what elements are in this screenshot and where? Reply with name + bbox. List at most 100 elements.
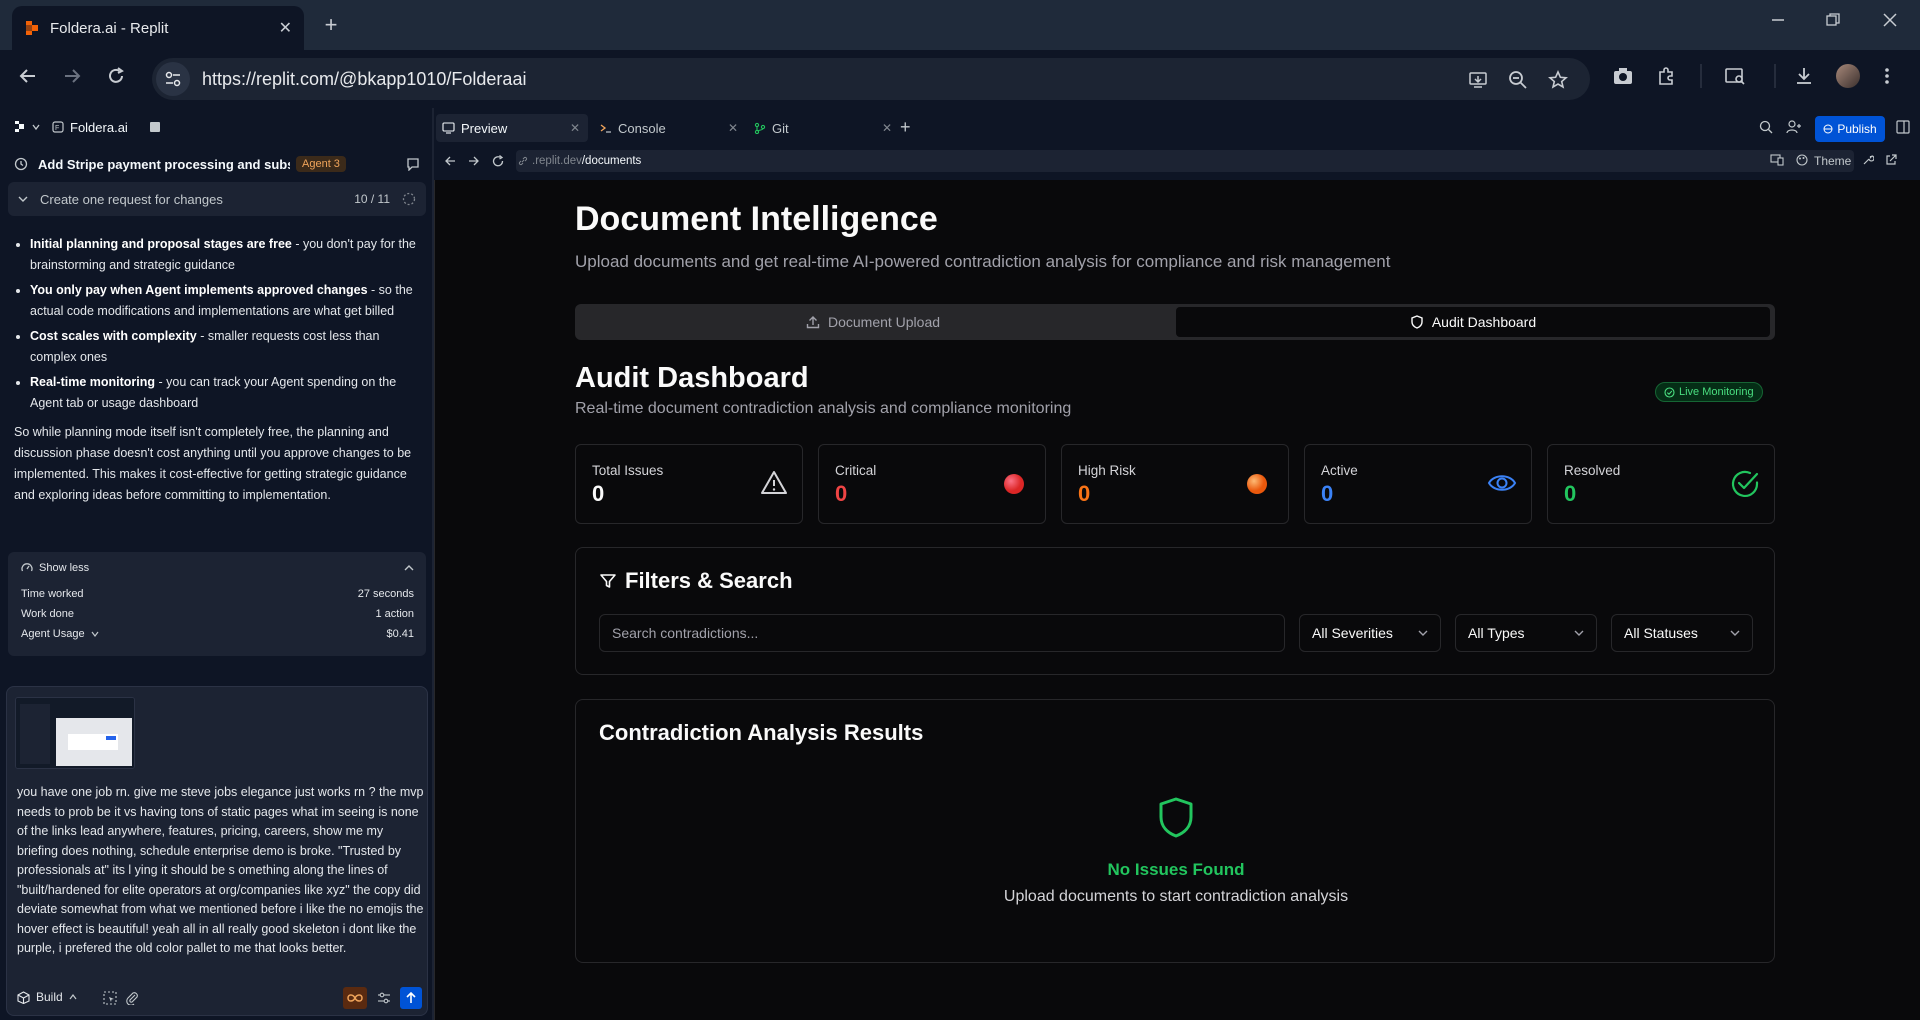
close-tab-icon[interactable]: ✕ (279, 18, 292, 38)
usage-row[interactable]: Agent Usage $0.41 (21, 628, 414, 640)
stat-label: Active (1321, 463, 1358, 478)
request-changes-toggle[interactable]: Create one request for changes 10 / 11 (8, 182, 426, 216)
attached-screenshot-thumbnail[interactable] (15, 697, 135, 769)
close-icon[interactable]: ✕ (728, 121, 738, 135)
shield-icon (1158, 797, 1194, 839)
replit-workspace: F Foldera.ai Add Stripe payment processi… (0, 108, 1920, 1020)
usage-row: Time worked 27 seconds (21, 588, 414, 600)
chevron-down-icon (18, 194, 28, 204)
address-bar[interactable]: https://replit.com/@bkapp1010/Folderaai (152, 58, 1590, 100)
filter-icon (599, 572, 617, 590)
close-icon[interactable]: ✕ (570, 121, 580, 135)
agent-badge: Agent 3 (296, 156, 346, 172)
zoom-icon[interactable] (1508, 70, 1528, 90)
publish-button[interactable]: Publish (1815, 116, 1885, 142)
toolbar-separator (1774, 64, 1776, 88)
prompt-text[interactable]: you have one job rn. give me steve jobs … (17, 783, 427, 959)
preview-url-bar[interactable]: .replit.dev /documents (516, 150, 1854, 172)
stat-value: 0 (1321, 481, 1334, 506)
search-icon[interactable] (1759, 120, 1773, 134)
more-menu-icon[interactable] (1884, 66, 1890, 86)
page-subtitle: Upload documents and get real-time AI-po… (575, 252, 1391, 271)
reload-icon[interactable] (492, 155, 504, 167)
toggle-panel-icon[interactable] (1896, 120, 1910, 134)
send-button[interactable] (400, 987, 422, 1009)
dashboard-subtitle: Real-time document contradiction analysi… (575, 400, 1072, 417)
chevron-down-icon (1730, 628, 1740, 638)
build-mode-button[interactable]: Build (17, 990, 77, 1004)
close-window-icon[interactable] (1882, 12, 1898, 28)
results-card: Contradiction Analysis Results No Issues… (575, 699, 1775, 963)
app-preview: Document Intelligence Upload documents a… (434, 180, 1920, 1020)
toolbar-separator (1700, 64, 1702, 88)
project-name[interactable]: Foldera.ai (70, 120, 128, 135)
severity-select[interactable]: All Severities (1299, 614, 1441, 652)
tab-console[interactable]: Console ✕ (594, 114, 746, 142)
back-arrow-icon[interactable] (18, 66, 38, 86)
chevron-down-icon[interactable] (32, 123, 40, 131)
link-icon (518, 156, 528, 166)
view-tabs: Document Upload Audit Dashboard (575, 304, 1775, 340)
forward-arrow-icon[interactable] (62, 66, 82, 86)
minimize-icon[interactable] (1770, 12, 1786, 28)
preview-url-domain: .replit.dev (532, 155, 582, 167)
paperclip-icon[interactable] (125, 991, 139, 1005)
bookmark-star-icon[interactable] (1548, 70, 1568, 90)
tab-preview[interactable]: Preview ✕ (436, 114, 588, 142)
tab-search-icon[interactable] (1724, 66, 1746, 86)
status-select[interactable]: All Statuses (1611, 614, 1753, 652)
reload-icon[interactable] (106, 66, 126, 86)
select-element-icon[interactable] (103, 991, 117, 1005)
show-less-toggle[interactable]: Show less (21, 562, 414, 574)
stop-square-icon[interactable] (149, 122, 160, 132)
palette-icon[interactable] (1796, 154, 1808, 166)
cube-icon (17, 990, 30, 1004)
tab-audit-dashboard[interactable]: Audit Dashboard (1176, 307, 1770, 337)
search-input[interactable]: Search contradictions... (599, 614, 1285, 652)
stat-card-high-risk: High Risk 0 (1061, 444, 1289, 524)
back-arrow-icon[interactable] (444, 155, 456, 167)
replit-logo-icon[interactable] (14, 121, 26, 133)
upload-icon (806, 315, 820, 329)
new-tab-button[interactable]: + (318, 12, 344, 38)
invite-user-icon[interactable] (1786, 120, 1802, 134)
add-tab-button[interactable]: + (900, 118, 911, 136)
thread-header: Add Stripe payment processing and subs..… (0, 146, 432, 182)
downloads-icon[interactable] (1794, 66, 1814, 86)
install-app-icon[interactable] (1468, 70, 1488, 90)
forward-arrow-icon[interactable] (468, 155, 480, 167)
shield-icon (1410, 315, 1424, 329)
history-icon[interactable] (14, 157, 28, 171)
chat-composer[interactable]: you have one job rn. give me steve jobs … (6, 686, 428, 1016)
tab-git[interactable]: Git ✕ (748, 114, 900, 142)
chevron-down-icon (91, 630, 99, 638)
close-icon[interactable]: ✕ (882, 121, 892, 135)
new-chat-icon[interactable] (406, 157, 420, 171)
thread-title: Add Stripe payment processing and subs..… (38, 156, 290, 172)
wrench-icon[interactable] (1862, 154, 1874, 166)
url-text: https://replit.com/@bkapp1010/Folderaai (202, 68, 527, 89)
composer-toolbar: Build (7, 981, 429, 1015)
chevron-down-icon (1418, 628, 1428, 638)
screenshot-camera-icon[interactable] (1612, 66, 1634, 86)
live-monitoring-badge: Live Monitoring (1655, 382, 1763, 402)
site-settings-icon[interactable] (156, 62, 190, 96)
stat-card-active: Active 0 (1304, 444, 1532, 524)
infinity-mode-icon[interactable] (343, 987, 367, 1009)
extensions-puzzle-icon[interactable] (1656, 66, 1676, 86)
summary-paragraph: So while planning mode itself isn't comp… (14, 425, 412, 502)
open-new-window-icon[interactable] (1885, 154, 1897, 166)
list-item: You only pay when Agent implements appro… (30, 280, 418, 322)
list-item: Cost scales with complexity - smaller re… (30, 326, 418, 368)
page-title: Document Intelligence (575, 200, 938, 238)
type-select[interactable]: All Types (1455, 614, 1597, 652)
devices-icon[interactable] (1770, 154, 1784, 166)
git-branch-icon (754, 122, 766, 134)
tab-document-upload[interactable]: Document Upload (578, 307, 1168, 337)
profile-avatar[interactable] (1836, 64, 1860, 88)
browser-tab[interactable]: Foldera.ai - Replit ✕ (12, 6, 304, 50)
theme-button[interactable]: Theme (1814, 154, 1851, 168)
restore-icon[interactable] (1825, 12, 1841, 28)
sliders-icon[interactable] (377, 991, 391, 1005)
gauge-icon (21, 562, 33, 574)
